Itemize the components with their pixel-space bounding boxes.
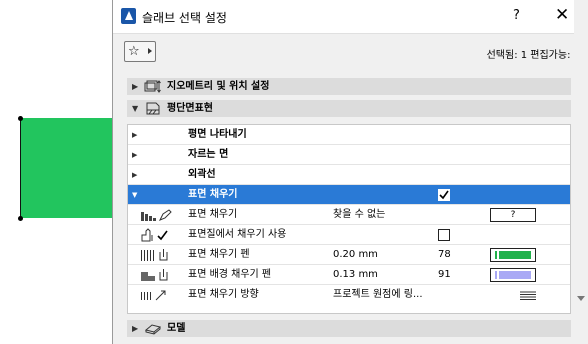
surface-fill-checkbox[interactable] bbox=[438, 189, 450, 201]
prop-label: 표면 채우기 bbox=[188, 209, 238, 220]
pen-color-bar bbox=[495, 251, 531, 259]
fill-picker-label: ? bbox=[510, 210, 516, 220]
fill-direction-icon bbox=[141, 290, 166, 301]
pen-weight-mark bbox=[497, 271, 499, 279]
section-geometry-header[interactable]: ▶ 지오메트리 및 위치 설정 bbox=[127, 78, 571, 95]
vertical-scrollbar[interactable] bbox=[574, 0, 588, 344]
expand-arrow-icon[interactable]: ▶ bbox=[132, 145, 137, 165]
fill-pen-color-swatch[interactable] bbox=[490, 248, 536, 262]
slab-settings-dialog: 슬래브 선택 설정 ? ✕ ☆ 선택됨: 1 편집가능: 1 ▶ 지오메트리 및… bbox=[112, 0, 588, 344]
prop-label: 표면 배경 채우기 펜 bbox=[188, 269, 272, 280]
section-floor-plan-label: 평단면표현 bbox=[167, 103, 213, 114]
section-geometry-label: 지오메트리 및 위치 설정 bbox=[167, 81, 270, 92]
prop-label: 표면질에서 채우기 사용 bbox=[188, 229, 287, 240]
dialog-title: 슬래브 선택 설정 bbox=[142, 11, 227, 25]
expand-arrow-icon[interactable]: ▶ bbox=[132, 78, 138, 95]
use-material-fill-checkbox[interactable] bbox=[438, 229, 450, 241]
pen-weight-mark bbox=[497, 251, 499, 259]
selection-handle-bottom[interactable] bbox=[18, 216, 23, 221]
prop-row-background-pen[interactable]: 표면 배경 채우기 펜 0.13 mm 91 bbox=[128, 265, 570, 285]
hatch-pattern-icon[interactable] bbox=[520, 291, 536, 301]
prop-row-fill-pen[interactable]: 표면 채우기 펜 0.20 mm 78 bbox=[128, 245, 570, 265]
background-pen-color-swatch[interactable] bbox=[490, 268, 536, 282]
collapse-arrow-icon[interactable]: ▼ bbox=[132, 185, 137, 205]
pen-color-bar bbox=[495, 271, 531, 279]
floor-plan-icon bbox=[146, 102, 160, 115]
section-floor-plan-header[interactable]: ▼ 평단면표현 bbox=[127, 100, 571, 117]
floor-plan-tree-panel: ▶ 평면 나타내기 ▶ 자르는 면 ▶ 외곽선 ▼ 표면 채우기 표면 채우기 … bbox=[127, 124, 571, 314]
prop-value: 0.13 mm bbox=[333, 269, 378, 280]
section-model-header[interactable]: ▶ 모델 bbox=[127, 320, 571, 337]
pen-number[interactable]: 91 bbox=[438, 265, 451, 285]
prop-label: 표면 채우기 방향 bbox=[188, 289, 259, 300]
collapse-arrow-icon[interactable]: ▼ bbox=[132, 100, 138, 117]
geometry-icon bbox=[144, 80, 161, 93]
fill-type-picker[interactable]: ? bbox=[490, 208, 536, 222]
favorites-button[interactable]: ☆ bbox=[124, 41, 156, 62]
close-button[interactable]: ✕ bbox=[555, 5, 569, 25]
prop-row-use-surface-fill[interactable]: 표면질에서 채우기 사용 bbox=[128, 225, 570, 245]
tree-row-surface-fill[interactable]: ▼ 표면 채우기 bbox=[128, 185, 570, 205]
tree-row-outlines[interactable]: ▶ 외곽선 bbox=[128, 165, 570, 185]
tree-row-label: 표면 채우기 bbox=[188, 189, 238, 200]
fill-pattern-icon bbox=[141, 209, 172, 221]
expand-arrow-icon[interactable]: ▶ bbox=[132, 320, 138, 337]
paint-bucket-icon bbox=[141, 228, 168, 242]
background-pen-icon bbox=[141, 269, 168, 281]
prop-value[interactable]: 찾을 수 없는 bbox=[333, 205, 385, 225]
checkmark-icon bbox=[439, 190, 449, 200]
prop-value: 0.20 mm bbox=[333, 249, 378, 260]
section-model-label: 모델 bbox=[167, 323, 186, 334]
tree-row-label: 외곽선 bbox=[188, 169, 216, 180]
selection-count-info: 선택됨: 1 편집가능: 1 bbox=[486, 50, 580, 61]
model-icon bbox=[144, 324, 162, 335]
prop-row-fill-orientation[interactable]: 표면 채우기 방향 프로젝트 원점에 링... bbox=[128, 285, 570, 305]
pen-number[interactable]: 78 bbox=[438, 245, 451, 265]
help-button[interactable]: ? bbox=[513, 8, 520, 23]
tree-row-cut-surfaces[interactable]: ▶ 자르는 면 bbox=[128, 145, 570, 165]
dropdown-arrow-icon bbox=[148, 48, 152, 54]
tree-row-label: 자르는 면 bbox=[188, 149, 229, 160]
archicad-logo-icon bbox=[121, 8, 136, 24]
pen-icon bbox=[141, 249, 168, 261]
prop-row-surface-fill[interactable]: 표면 채우기 찾을 수 없는 ? bbox=[128, 205, 570, 225]
prop-label: 표면 채우기 펜 bbox=[188, 249, 250, 260]
star-icon: ☆ bbox=[128, 44, 140, 59]
expand-arrow-icon[interactable]: ▶ bbox=[132, 165, 137, 185]
expand-arrow-icon[interactable]: ▶ bbox=[132, 125, 137, 145]
tree-row-label: 평면 나타내기 bbox=[188, 129, 247, 140]
tree-row-floor-plan-display[interactable]: ▶ 평면 나타내기 bbox=[128, 125, 570, 145]
prop-value[interactable]: 프로젝트 원점에 링... bbox=[333, 285, 423, 305]
title-bar: 슬래브 선택 설정 ? ✕ bbox=[113, 0, 588, 34]
selection-handle-top[interactable] bbox=[18, 116, 23, 121]
scroll-down-arrow-icon[interactable] bbox=[577, 296, 585, 301]
